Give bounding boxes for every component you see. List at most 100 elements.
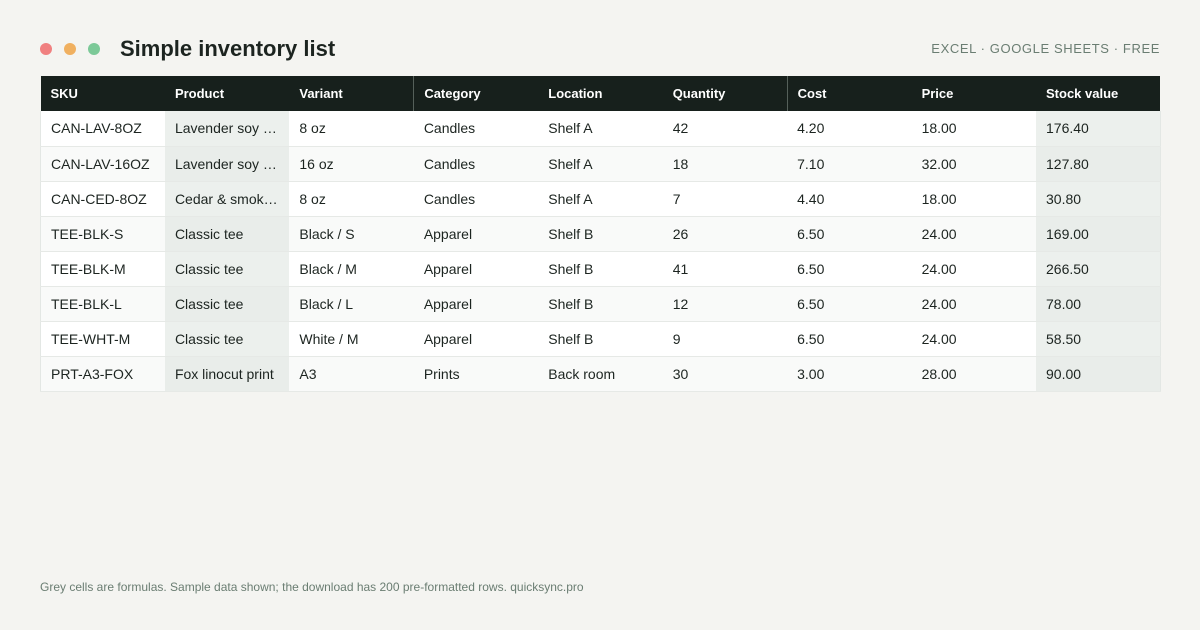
location-cell[interactable]: Shelf B [538,286,663,322]
product-cell[interactable]: Classic tee [164,286,290,322]
sku-cell[interactable]: CAN-CED-8OZ [39,181,165,217]
product-cell[interactable]: Lavender soy candle [164,111,290,147]
column-header-category[interactable]: Category [413,76,539,111]
price-cell[interactable]: 24.00 [911,321,1036,357]
price-cell[interactable]: 28.00 [911,356,1036,392]
sku-cell[interactable]: CAN-LAV-16OZ [39,146,165,182]
price-cell[interactable]: 24.00 [911,251,1036,287]
page-header: Simple inventory list EXCEL · GOOGLE SHE… [40,32,1160,66]
column-header-product[interactable]: Product [164,76,290,111]
location-cell[interactable]: Shelf B [538,216,663,252]
table-header-row: SKU Product Variant Category Location Qu… [40,76,1161,111]
cost-cell[interactable]: 3.00 [787,356,912,392]
location-cell[interactable]: Shelf A [538,146,663,182]
table-row: PRT-A3-FOX Fox linocut print A3 Prints Back … [39,356,1161,392]
table-body: CAN-LAV-8OZLavender soy candle8 ozCandle… [39,111,1161,392]
category-cell[interactable]: Candles [413,146,539,182]
table-row: TEE-BLK-S Classic tee Black / S Apparel Shel… [39,216,1161,252]
column-header-sku[interactable]: SKU [40,76,165,111]
product-cell[interactable]: Lavender soy candle [164,146,290,182]
page: Simple inventory list EXCEL · GOOGLE SHE… [39,0,1161,630]
column-header-variant[interactable]: Variant [289,76,414,111]
column-header-quantity[interactable]: Quantity [662,76,788,111]
cost-cell[interactable]: 6.50 [787,216,912,252]
product-cell[interactable]: Classic tee [164,251,290,287]
quantity-cell[interactable]: 18 [662,146,788,182]
cost-cell[interactable]: 6.50 [787,251,912,287]
quantity-cell[interactable]: 7 [662,181,788,217]
price-cell[interactable]: 24.00 [911,286,1036,322]
footnote: Grey cells are formulas. Sample data sho… [40,580,584,594]
price-cell[interactable]: 18.00 [911,111,1036,147]
variant-cell[interactable]: White / M [289,321,414,357]
category-cell[interactable]: Candles [413,111,539,147]
category-cell[interactable]: Candles [413,181,539,217]
product-cell[interactable]: Classic tee [164,216,290,252]
location-cell[interactable]: Shelf B [538,251,663,287]
cost-cell[interactable]: 7.10 [787,146,912,182]
cost-cell[interactable]: 6.50 [787,286,912,322]
column-header-stock-value[interactable]: Stock value [1036,76,1161,111]
variant-cell[interactable]: Black / L [289,286,414,322]
variant-cell[interactable]: Black / S [289,216,414,252]
column-header-cost[interactable]: Cost [786,76,912,111]
stock-value-cell[interactable]: 90.00 [1036,356,1161,392]
stock-value-cell[interactable]: 176.40 [1036,111,1161,147]
stock-value-cell[interactable]: 266.50 [1036,251,1161,287]
window-dot-amber [64,43,76,55]
sku-cell[interactable]: TEE-BLK-S [39,216,165,252]
product-cell[interactable]: Cedar & smoke candle [164,181,290,217]
stock-value-cell[interactable]: 58.50 [1036,321,1161,357]
table-row: TEE-WHT-M Classic tee White / M Apparel Shel… [39,321,1161,357]
table-row: TEE-BLK-L Classic tee Black / L Apparel Shel… [39,286,1161,322]
location-cell[interactable]: Shelf A [538,181,663,217]
category-cell[interactable]: Apparel [413,286,539,322]
table-row: CAN-CED-8OZCedar & smoke candle8 ozCandl… [39,181,1161,217]
cost-cell[interactable]: 6.50 [787,321,912,357]
quantity-cell[interactable]: 42 [662,111,788,147]
sku-cell[interactable]: TEE-BLK-L [39,286,165,322]
cost-cell[interactable]: 4.40 [787,181,912,217]
category-cell[interactable]: Prints [413,356,539,392]
stock-value-cell[interactable]: 169.00 [1036,216,1161,252]
sku-cell[interactable]: TEE-WHT-M [39,321,165,357]
quantity-cell[interactable]: 9 [662,321,788,357]
variant-cell[interactable]: A3 [289,356,414,392]
cost-cell[interactable]: 4.20 [787,111,912,147]
product-cell[interactable]: Classic tee [164,321,290,357]
stock-value-cell[interactable]: 78.00 [1036,286,1161,322]
sku-cell[interactable]: CAN-LAV-8OZ [39,111,165,147]
column-header-price[interactable]: Price [911,76,1036,111]
location-cell[interactable]: Back room [538,356,663,392]
quantity-cell[interactable]: 12 [662,286,788,322]
window-dot-red [40,43,52,55]
location-cell[interactable]: Shelf B [538,321,663,357]
variant-cell[interactable]: Black / M [289,251,414,287]
quantity-cell[interactable]: 26 [662,216,788,252]
page-title: Simple inventory list [120,36,336,61]
platform-tagline: EXCEL · GOOGLE SHEETS · FREE [931,41,1160,56]
table-row: CAN-LAV-16OZLavender soy candle16 ozCand… [39,146,1161,182]
quantity-cell[interactable]: 41 [662,251,788,287]
location-cell[interactable]: Shelf A [538,111,663,147]
price-cell[interactable]: 18.00 [911,181,1036,217]
table-row: CAN-LAV-8OZLavender soy candle8 ozCandle… [39,111,1161,147]
stock-value-cell[interactable]: 127.80 [1036,146,1161,182]
sku-cell[interactable]: TEE-BLK-M [39,251,165,287]
category-cell[interactable]: Apparel [413,321,539,357]
category-cell[interactable]: Apparel [413,216,539,252]
column-header-location[interactable]: Location [538,76,663,111]
category-cell[interactable]: Apparel [413,251,539,287]
table-row: TEE-BLK-M Classic tee Black / M Apparel Shel… [39,251,1161,287]
price-cell[interactable]: 32.00 [911,146,1036,182]
product-cell[interactable]: Fox linocut print [164,356,290,392]
sku-cell[interactable]: PRT-A3-FOX [39,356,165,392]
stock-value-cell[interactable]: 30.80 [1036,181,1161,217]
window-dot-green [88,43,100,55]
quantity-cell[interactable]: 30 [662,356,788,392]
variant-cell[interactable]: 16 oz [289,146,414,182]
inventory-table: SKU Product Variant Category Location Qu… [39,76,1161,392]
variant-cell[interactable]: 8 oz [289,181,414,217]
variant-cell[interactable]: 8 oz [289,111,414,147]
price-cell[interactable]: 24.00 [911,216,1036,252]
